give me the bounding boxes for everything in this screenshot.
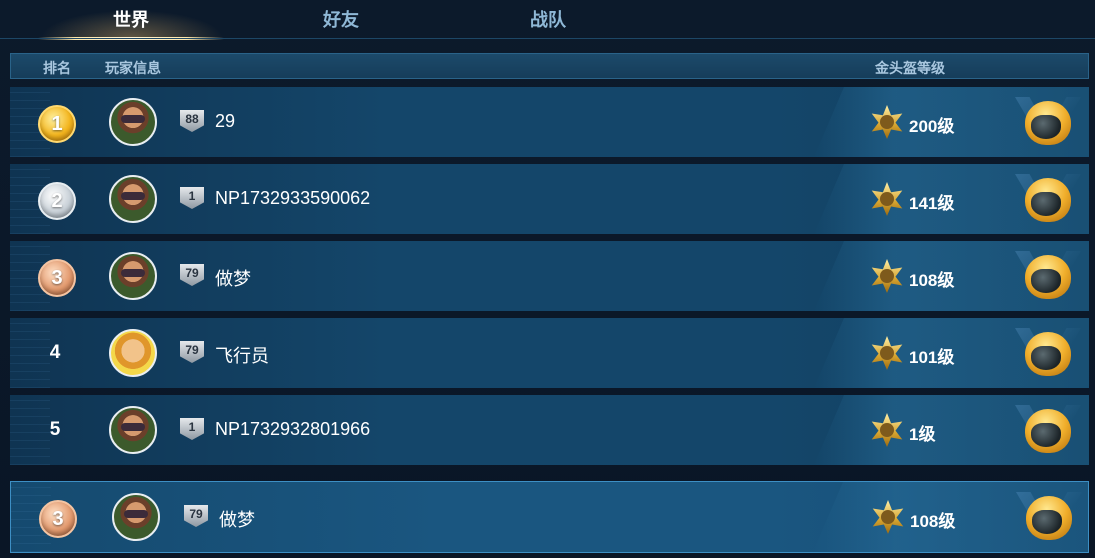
goggles-icon bbox=[121, 115, 145, 123]
header-helmet-level: 金头盔等级 bbox=[875, 60, 945, 76]
pilot-avatar[interactable] bbox=[109, 252, 157, 300]
player-name: NP1732933590062 bbox=[215, 188, 371, 208]
table-header: 排名 玩家信息 金头盔等级 bbox=[10, 53, 1089, 79]
tab-world[interactable]: 世界 bbox=[38, 0, 224, 40]
header-rank: 排名 bbox=[43, 60, 71, 76]
player-name: 飞行员 bbox=[215, 346, 269, 366]
pilot-avatar[interactable] bbox=[112, 493, 160, 541]
helmet-visor bbox=[1032, 510, 1062, 534]
bronze-medal-icon: 3 bbox=[38, 259, 76, 297]
self-rank-row[interactable]: 3 79 做梦 108级 bbox=[10, 481, 1089, 553]
player-level-badge: 1 bbox=[180, 418, 204, 440]
goggles-icon bbox=[121, 423, 145, 431]
table-row[interactable]: 4 79 飞行员 101级 bbox=[10, 318, 1089, 388]
helmet-visor bbox=[1031, 269, 1061, 293]
gold-helmet-icon bbox=[1015, 405, 1081, 461]
helmet-level-value: 1级 bbox=[909, 425, 936, 444]
helmet-visor bbox=[1031, 192, 1061, 216]
table-row[interactable]: 1 88 29 200级 bbox=[10, 87, 1089, 157]
header-player-info: 玩家信息 bbox=[105, 60, 161, 76]
player-name: 做梦 bbox=[219, 510, 255, 530]
bronze-medal-icon: 3 bbox=[39, 500, 77, 538]
player-level-badge: 79 bbox=[180, 264, 204, 286]
helmet-level-value: 108级 bbox=[910, 512, 956, 531]
gold-helmet-icon bbox=[1015, 97, 1081, 153]
blonde-avatar[interactable] bbox=[109, 329, 157, 377]
goggles-icon bbox=[121, 269, 145, 277]
tab-divider bbox=[0, 38, 1095, 39]
helmet-level-value: 101级 bbox=[909, 348, 955, 367]
helmet-visor bbox=[1031, 423, 1061, 447]
tab-friends[interactable]: 好友 bbox=[248, 0, 434, 40]
player-level-badge: 88 bbox=[180, 110, 204, 132]
tab-team[interactable]: 战队 bbox=[455, 0, 641, 40]
player-level-badge: 1 bbox=[180, 187, 204, 209]
player-name: NP1732932801966 bbox=[215, 419, 371, 439]
pilot-avatar[interactable] bbox=[109, 175, 157, 223]
silver-medal-icon: 2 bbox=[38, 182, 76, 220]
goggles-icon bbox=[124, 510, 148, 518]
player-level-badge: 79 bbox=[180, 341, 204, 363]
gold-helmet-icon bbox=[1015, 328, 1081, 384]
helmet-level-value: 141级 bbox=[909, 194, 955, 213]
rank-number: 5 bbox=[49, 419, 61, 440]
rank-number: 4 bbox=[49, 342, 61, 363]
helmet-visor bbox=[1031, 115, 1061, 139]
player-level-badge: 79 bbox=[184, 505, 208, 527]
helmet-level-value: 108级 bbox=[909, 271, 955, 290]
gold-medal-icon: 1 bbox=[38, 105, 76, 143]
helmet-level-value: 200级 bbox=[909, 117, 955, 136]
gold-helmet-icon bbox=[1015, 251, 1081, 307]
pilot-avatar[interactable] bbox=[109, 98, 157, 146]
gold-helmet-icon bbox=[1015, 174, 1081, 230]
helmet-visor bbox=[1031, 346, 1061, 370]
pilot-avatar[interactable] bbox=[109, 406, 157, 454]
table-row[interactable]: 5 1 NP1732932801966 1级 bbox=[10, 395, 1089, 465]
player-name: 29 bbox=[215, 111, 236, 131]
table-row[interactable]: 3 79 做梦 108级 bbox=[10, 241, 1089, 311]
player-name: 做梦 bbox=[215, 269, 251, 289]
goggles-icon bbox=[121, 192, 145, 200]
tab-bar: 世界 好友 战队 bbox=[0, 0, 1095, 40]
gold-helmet-icon bbox=[1016, 492, 1082, 548]
table-row[interactable]: 2 1 NP1732933590062 141级 bbox=[10, 164, 1089, 234]
